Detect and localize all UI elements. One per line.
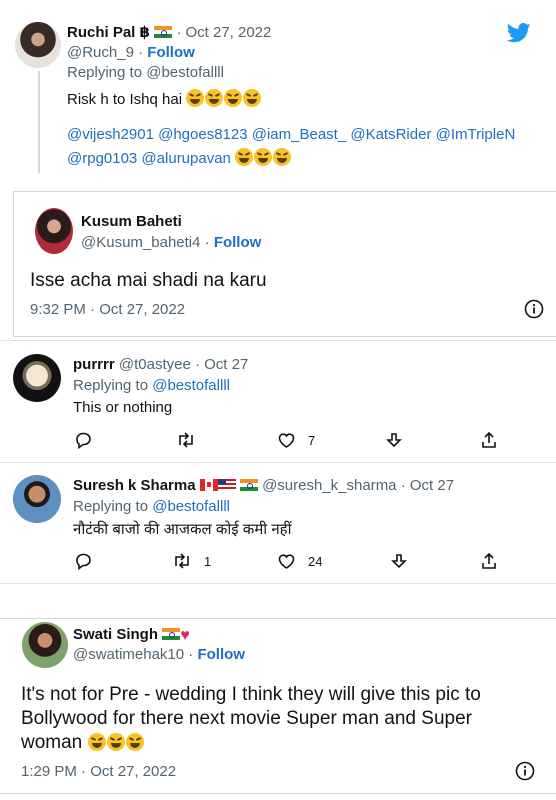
timestamp[interactable]: 1:29 PM · Oct 27, 2022: [21, 763, 176, 780]
like-count: 24: [308, 553, 323, 569]
like-count: 7: [308, 432, 316, 448]
india-flag-icon: [239, 479, 258, 491]
retweet-icon: [176, 431, 196, 449]
tweet-date[interactable]: · Oct 27, 2022: [176, 24, 271, 41]
india-flag-icon: [162, 628, 181, 640]
follow-separator: ·: [138, 44, 144, 61]
avatar[interactable]: [22, 622, 68, 668]
bookmark-icon: [391, 552, 407, 570]
bookmark-icon: [386, 431, 402, 449]
author-handle[interactable]: @swatimehak10: [73, 646, 184, 663]
like-button[interactable]: 7: [277, 431, 315, 449]
author-name[interactable]: Swati Singh: [73, 626, 158, 643]
rofl-emoji-icon: [186, 89, 262, 108]
follow-button[interactable]: Follow: [214, 234, 262, 251]
replying-to-link[interactable]: @bestofallll: [152, 498, 230, 515]
avatar[interactable]: [13, 475, 61, 523]
follow-button[interactable]: Follow: [197, 646, 245, 663]
twitter-bird-icon[interactable]: [507, 22, 531, 44]
quoted-text-line-2: Bollywood for there next movie Super man…: [21, 708, 472, 729]
author-name[interactable]: Ruchi Pal: [67, 24, 135, 41]
like-icon: [277, 552, 296, 570]
thread-line: [38, 71, 40, 173]
replying-to-label: Replying to: [73, 498, 149, 515]
author-name-suffix: ฿: [139, 24, 150, 41]
info-icon[interactable]: [515, 761, 535, 781]
tweet-date[interactable]: · Oct 27: [401, 477, 454, 494]
retweet-count: 1: [204, 553, 212, 569]
author-handle[interactable]: @Kusum_baheti4: [81, 234, 200, 251]
quoted-text-line-3: woman: [21, 732, 83, 753]
avatar[interactable]: [35, 208, 73, 254]
replying-to[interactable]: Replying to @bestofallll: [67, 64, 224, 81]
follow-separator: ·: [188, 646, 194, 663]
reply-text: नौटंकी बाजो की आजकल कोई कमी नहीं: [73, 521, 292, 538]
mentions-line-1[interactable]: @vijesh2901 @hgoes8123 @iam_Beast_ @Kats…: [67, 126, 515, 143]
like-button[interactable]: 24: [277, 552, 322, 570]
replying-to-label: Replying to: [73, 377, 149, 394]
rofl-emoji-icon: [235, 148, 292, 167]
info-icon[interactable]: [524, 299, 544, 319]
share-button[interactable]: [480, 431, 498, 449]
bookmark-button[interactable]: [386, 431, 402, 449]
reply-button[interactable]: [74, 552, 92, 570]
rofl-emoji-icon: [87, 732, 145, 753]
avatar[interactable]: [13, 354, 61, 402]
follow-button[interactable]: Follow: [147, 44, 195, 61]
replying-to-link[interactable]: @bestofallll: [152, 377, 230, 394]
timestamp[interactable]: 9:32 PM · Oct 27, 2022: [30, 301, 185, 318]
share-button[interactable]: [480, 552, 498, 570]
retweet-button[interactable]: [176, 431, 196, 449]
quoted-text-line-1: It's not for Pre - wedding I think they …: [21, 684, 481, 705]
author-name[interactable]: Suresh k Sharma: [73, 477, 196, 494]
bookmark-button[interactable]: [391, 552, 407, 570]
divider: [0, 340, 556, 341]
usa-flag-icon: [217, 479, 236, 491]
canada-flag-icon: [199, 479, 218, 491]
reply-button[interactable]: [74, 431, 92, 449]
author-name[interactable]: Kusum Baheti: [81, 213, 182, 230]
author-name[interactable]: purrrr: [73, 356, 115, 373]
author-handle[interactable]: @suresh_k_sharma: [262, 477, 396, 494]
divider: [0, 583, 556, 584]
share-icon: [480, 431, 498, 449]
author-handle[interactable]: @Ruch_9: [67, 44, 134, 61]
reply-text: This or nothing: [73, 399, 173, 416]
india-flag-icon: [154, 26, 173, 38]
quoted-text: Isse acha mai shadi na karu: [30, 270, 267, 291]
tweet-date[interactable]: · Oct 27: [195, 356, 248, 373]
reply-icon: [74, 552, 92, 570]
tweet-text: Risk h to Ishq hai: [67, 91, 183, 108]
retweet-icon: [172, 552, 192, 570]
reply-icon: [74, 431, 92, 449]
like-icon: [277, 431, 296, 449]
heart-icon: ♥: [180, 627, 190, 644]
share-icon: [480, 552, 498, 570]
avatar[interactable]: [15, 22, 61, 68]
retweet-button[interactable]: 1: [172, 552, 211, 570]
author-handle[interactable]: @t0astyee: [119, 356, 191, 373]
mentions-line-2[interactable]: @rpg0103 @alurupavan: [67, 150, 231, 167]
follow-separator: ·: [204, 234, 210, 251]
divider: [0, 462, 556, 463]
